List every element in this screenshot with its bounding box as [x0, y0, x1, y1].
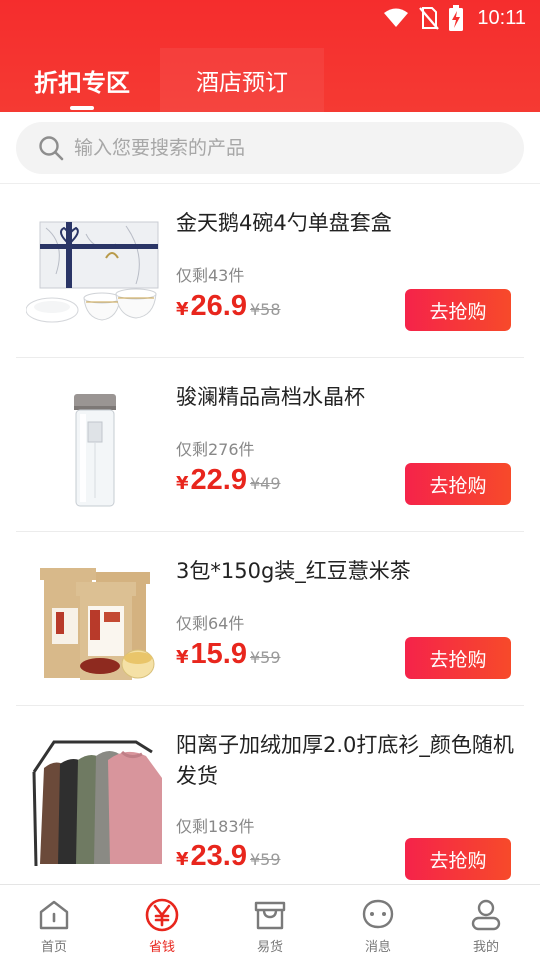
currency-symbol: ¥: [176, 849, 189, 870]
top-tabs: 折扣专区 酒店预订: [0, 48, 540, 112]
bottom-nav: 首页 省钱 易货 消息 我的: [0, 884, 540, 960]
nav-label: 我的: [472, 940, 499, 955]
product-item[interactable]: 3包*150g装_红豆薏米茶 仅剩64件 ¥ 15.9 ¥59 去抢购: [0, 532, 540, 706]
product-item[interactable]: 骏澜精品高档水晶杯 仅剩276件 ¥ 22.9 ¥49 去抢购: [0, 358, 540, 532]
profile-icon: [471, 899, 501, 931]
price-row: ¥ 22.9 ¥49: [176, 464, 281, 500]
product-item[interactable]: 金天鹅4碗4勺单盘套盒 仅剩43件 ¥ 26.9 ¥58 去抢购: [0, 184, 540, 358]
product-item[interactable]: 阳离子加绒加厚2.0打底衫_颜色随机发货 仅剩183件 ¥ 23.9 ¥59 去…: [0, 706, 540, 882]
currency-symbol: ¥: [176, 647, 189, 668]
original-price: ¥58: [249, 300, 281, 319]
nav-label: 首页: [40, 940, 67, 955]
price-row: ¥ 23.9 ¥59: [176, 840, 281, 876]
nav-label: 消息: [364, 940, 391, 955]
sale-price: 22.9: [190, 464, 247, 496]
product-title: 阳离子加绒加厚2.0打底衫_颜色随机发货: [176, 733, 514, 788]
search-input[interactable]: [74, 122, 494, 174]
stock-remaining: 仅剩64件: [176, 614, 245, 633]
stock-remaining: 仅剩183件: [176, 817, 255, 836]
status-icons: 10:11: [383, 4, 526, 32]
price-row: ¥ 26.9 ¥58: [176, 290, 281, 326]
message-icon: [362, 899, 394, 929]
nav-save-money[interactable]: 省钱: [108, 885, 216, 960]
product-image-red-bean-tea: [40, 568, 155, 680]
product-list: 金天鹅4碗4勺单盘套盒 仅剩43件 ¥ 26.9 ¥58 去抢购 骏澜精品高档水…: [0, 184, 540, 884]
tab-discount-zone[interactable]: 折扣专区: [18, 48, 146, 112]
nav-label: 省钱: [148, 940, 175, 955]
currency-symbol: ¥: [176, 473, 189, 494]
store-icon: [254, 901, 286, 930]
original-price: ¥59: [249, 648, 281, 667]
stock-remaining: 仅剩276件: [176, 440, 255, 459]
product-image-crystal-bottle: [74, 394, 116, 507]
product-image-sweaters: [32, 740, 162, 867]
buy-now-button[interactable]: 去抢购: [405, 463, 511, 505]
status-bar: 10:11: [0, 0, 540, 36]
status-time: 10:11: [477, 6, 526, 29]
product-title: 骏澜精品高档水晶杯: [176, 385, 365, 409]
search-bar[interactable]: [16, 122, 524, 174]
wifi-icon: [384, 8, 409, 27]
active-tab-indicator: [70, 106, 94, 110]
tab-hotel-booking[interactable]: 酒店预订: [160, 48, 324, 112]
yen-icon: [145, 898, 179, 932]
nav-barter[interactable]: 易货: [216, 885, 324, 960]
product-title: 3包*150g装_红豆薏米茶: [176, 559, 411, 583]
currency-symbol: ¥: [176, 299, 189, 320]
sale-price: 15.9: [190, 638, 247, 670]
search-icon: [39, 136, 64, 161]
product-image-bowl-set: [26, 221, 159, 323]
buy-now-button[interactable]: 去抢购: [405, 637, 511, 679]
nav-messages[interactable]: 消息: [324, 885, 432, 960]
screen: 10:11 折扣专区 酒店预订 输入您要搜索的产品 金天鹅4碗4勺单盘套盒 仅剩…: [0, 0, 540, 960]
no-sim-icon: [419, 7, 440, 30]
original-price: ¥49: [249, 474, 281, 493]
battery-charging-icon: [449, 5, 464, 31]
original-price: ¥59: [249, 850, 281, 869]
product-title: 金天鹅4碗4勺单盘套盒: [176, 211, 392, 235]
app-header: 10:11 折扣专区 酒店预订: [0, 0, 540, 112]
sale-price: 23.9: [190, 840, 247, 872]
buy-now-button[interactable]: 去抢购: [405, 289, 511, 331]
nav-profile[interactable]: 我的: [432, 885, 540, 960]
nav-home[interactable]: 首页: [0, 885, 108, 960]
buy-now-button[interactable]: 去抢购: [405, 838, 511, 880]
nav-label: 易货: [256, 940, 283, 955]
price-row: ¥ 15.9 ¥59: [176, 638, 281, 674]
stock-remaining: 仅剩43件: [176, 266, 245, 285]
sale-price: 26.9: [190, 290, 247, 322]
home-icon: [39, 900, 69, 930]
